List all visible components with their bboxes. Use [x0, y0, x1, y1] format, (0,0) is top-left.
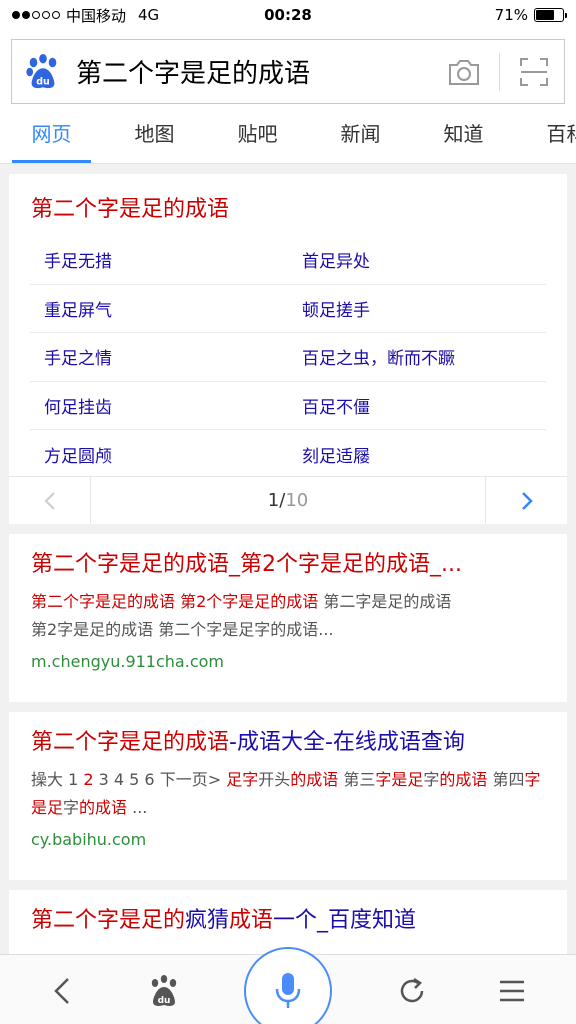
tab-web[interactable]: 网页 — [0, 112, 103, 163]
idiom-row: 手足无措 首足异处 — [30, 236, 546, 285]
idiom-list-card: 第二个字是足的成语 手足无措 首足异处 重足屏气 顿足搓手 手足之情 百足之虫，… — [9, 174, 567, 524]
snippet-highlight: 的成语 — [79, 798, 128, 817]
snippet-highlight: 的成语 — [290, 770, 339, 789]
idiom-grid: 手足无措 首足异处 重足屏气 顿足搓手 手足之情 百足之虫，断而不蹶 何足挂齿 … — [30, 236, 546, 479]
battery-icon — [534, 8, 567, 22]
menu-icon[interactable] — [494, 973, 530, 1009]
battery-percent: 71% — [494, 6, 528, 24]
idiom-link[interactable]: 手足无措 — [30, 247, 288, 272]
scan-icon[interactable] — [518, 56, 550, 88]
idiom-link[interactable]: 方足圆颅 — [30, 442, 288, 467]
result-title[interactable]: 第二个字是足的成语_第2个字是足的成语_... — [31, 548, 545, 582]
search-result[interactable]: 第二个字是足的成语_第2个字是足的成语_... 第二个字是足的成语 第2个字是足… — [9, 534, 567, 702]
chevron-right-icon — [521, 491, 533, 510]
baidu-paw-icon[interactable]: du — [146, 973, 182, 1009]
pager-indicator: 1/10 — [91, 477, 485, 524]
pager-prev-button[interactable] — [9, 477, 91, 524]
snippet-text: ... — [127, 798, 148, 817]
svg-text:du: du — [36, 76, 50, 87]
carrier-name: 中国移动 — [66, 6, 127, 25]
snippet-text: 第二字是足的成语 — [318, 592, 452, 611]
idiom-link[interactable]: 重足屏气 — [30, 296, 288, 321]
signal-strength-icon — [12, 11, 60, 19]
network-type: 4G — [138, 6, 160, 24]
bottom-toolbar: du — [0, 947, 576, 1024]
tab-tieba[interactable]: 贴吧 — [206, 112, 309, 163]
result-url: m.chengyu.911cha.com — [31, 652, 224, 671]
pager-current: 1 — [267, 490, 280, 511]
title-highlight: 成语 — [229, 908, 274, 933]
chevron-left-icon — [44, 491, 55, 510]
idiom-row: 何足挂齿 百足不僵 — [30, 382, 546, 430]
search-box[interactable]: du 第二个字是足的成语 — [11, 39, 565, 104]
result-snippet: 操大 1 2 3 4 5 6 下一页> 足字开头的成语 第三字是足字的成语 第四… — [31, 766, 545, 822]
idiom-link[interactable]: 何足挂齿 — [30, 393, 288, 418]
idiom-link[interactable]: 首足异处 — [288, 247, 546, 272]
snippet-text: 3 4 5 6 下一页> — [93, 770, 227, 789]
title-text: -成语大全-在线成语查询 — [229, 730, 465, 755]
search-input[interactable]: 第二个字是足的成语 — [76, 53, 447, 90]
idiom-row: 重足屏气 顿足搓手 — [30, 285, 546, 333]
baidu-paw-logo-icon[interactable]: du — [24, 53, 62, 91]
idiom-link[interactable]: 百足之虫，断而不蹶 — [288, 344, 546, 369]
idiom-row: 方足圆颅 刻足适屦 — [30, 430, 546, 479]
snippet-text: 第四 — [487, 770, 525, 789]
search-result[interactable]: 第二个字是足的成语-成语大全-在线成语查询 操大 1 2 3 4 5 6 下一页… — [9, 712, 567, 880]
title-text: 一个_百度知道 — [273, 908, 417, 933]
result-url: cy.babihu.com — [31, 830, 147, 849]
tab-map[interactable]: 地图 — [103, 112, 206, 163]
snippet-text: 操大 1 — [31, 770, 84, 789]
title-highlight: 第二个字是足的 — [31, 908, 186, 933]
camera-icon[interactable] — [447, 57, 481, 87]
result-title[interactable]: 第二个字是足的疯猜成语一个_百度知道 — [31, 904, 545, 938]
snippet-highlight: 字是足 — [375, 770, 424, 789]
idiom-pager: 1/10 — [9, 476, 567, 524]
title-text: 疯猜 — [185, 908, 230, 933]
result-title[interactable]: 第二个字是足的成语-成语大全-在线成语查询 — [31, 726, 545, 760]
refresh-icon[interactable] — [394, 973, 430, 1009]
search-category-tabs: 网页 地图 贴吧 新闻 知道 百科 — [0, 112, 576, 164]
battery-indicator: 71% — [494, 6, 567, 24]
voice-search-button[interactable] — [244, 947, 332, 1024]
snippet-text: 第2字是足的成语 第二个字是足字的成语... — [31, 620, 334, 639]
pager-total: 10 — [285, 490, 309, 511]
idiom-link[interactable]: 顿足搓手 — [288, 296, 546, 321]
idiom-link[interactable]: 手足之情 — [30, 344, 288, 369]
back-icon[interactable] — [46, 973, 82, 1009]
divider — [499, 52, 500, 91]
idiom-card-title[interactable]: 第二个字是足的成语 — [9, 174, 567, 226]
title-highlight: 第二个字是足的成语 — [31, 730, 230, 755]
snippet-text: 字 — [423, 770, 440, 789]
snippet-highlight: 2 — [83, 770, 94, 789]
tab-zhidao[interactable]: 知道 — [412, 112, 515, 163]
snippet-highlight: 足字 — [226, 770, 259, 789]
idiom-link[interactable]: 刻足适屦 — [288, 442, 546, 467]
snippet-highlight: 的成语 — [439, 770, 488, 789]
svg-text:du: du — [158, 996, 171, 1006]
tab-baike[interactable]: 百科 — [515, 112, 576, 163]
result-snippet: 第二个字是足的成语 第2个字是足的成语 第二字是足的成语 第2字是足的成语 第二… — [31, 588, 545, 644]
idiom-link[interactable]: 百足不僵 — [288, 393, 546, 418]
snippet-text: 第三 — [338, 770, 376, 789]
snippet-highlight: 第二个字是足的成语 第2个字是足的成语 — [31, 592, 319, 611]
microphone-icon — [275, 973, 301, 1008]
snippet-text: 字 — [63, 798, 80, 817]
pager-next-button[interactable] — [485, 477, 567, 524]
search-header: du 第二个字是足的成语 — [0, 30, 576, 112]
tab-news[interactable]: 新闻 — [309, 112, 412, 163]
status-bar: 中国移动 4G 00:28 71% — [0, 0, 576, 30]
snippet-text: 开头 — [258, 770, 291, 789]
idiom-row: 手足之情 百足之虫，断而不蹶 — [30, 333, 546, 382]
